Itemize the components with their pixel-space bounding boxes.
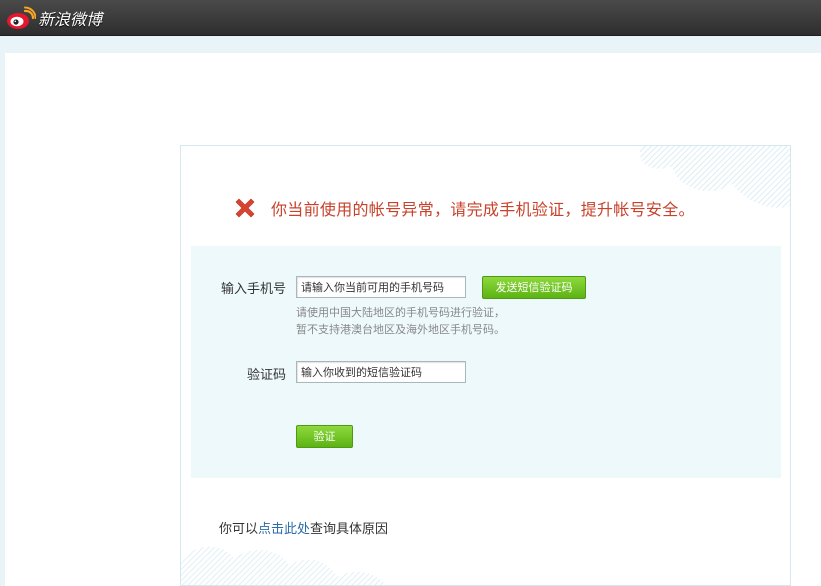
footer-suffix: 查询具体原因 — [310, 522, 389, 537]
phone-label: 输入手机号 — [220, 282, 286, 297]
phone-input[interactable] — [296, 276, 466, 298]
send-code-button[interactable]: 发送短信验证码 — [482, 276, 586, 299]
code-label: 验证码 — [246, 368, 286, 383]
brand-logo[interactable]: 新浪微博 — [6, 5, 102, 31]
form-panel: 输入手机号 发送短信验证码 请使用中国大陆地区的手机号码进行验证， 暂不支持港澳… — [191, 246, 781, 478]
cloud-decoration-bottom-icon — [181, 546, 387, 585]
phone-hint-line2: 暂不支持港澳台地区及海外地区手机号码。 — [296, 323, 505, 336]
alert-message: 你当前使用的帐号异常，请完成手机验证，提升帐号安全。 — [233, 196, 695, 220]
error-x-icon — [235, 198, 255, 218]
check-reason-link[interactable]: 点击此处 — [258, 522, 310, 537]
top-bar: 新浪微博 — [0, 0, 821, 36]
verify-button[interactable]: 验证 — [296, 425, 353, 448]
alert-text: 你当前使用的帐号异常，请完成手机验证，提升帐号安全。 — [271, 200, 695, 219]
footer-prefix: 你可以 — [219, 522, 259, 537]
weibo-eye-logo-icon — [7, 6, 36, 29]
phone-hint-line1: 请使用中国大陆地区的手机号码进行验证， — [296, 306, 505, 319]
brand-name: 新浪微博 — [38, 10, 103, 29]
code-input[interactable] — [296, 361, 466, 383]
verification-card: 你当前使用的帐号异常，请完成手机验证，提升帐号安全。 输入手机号 发送短信验证码… — [180, 145, 791, 586]
footer-note: 你可以点击此处查询具体原因 — [219, 518, 388, 537]
